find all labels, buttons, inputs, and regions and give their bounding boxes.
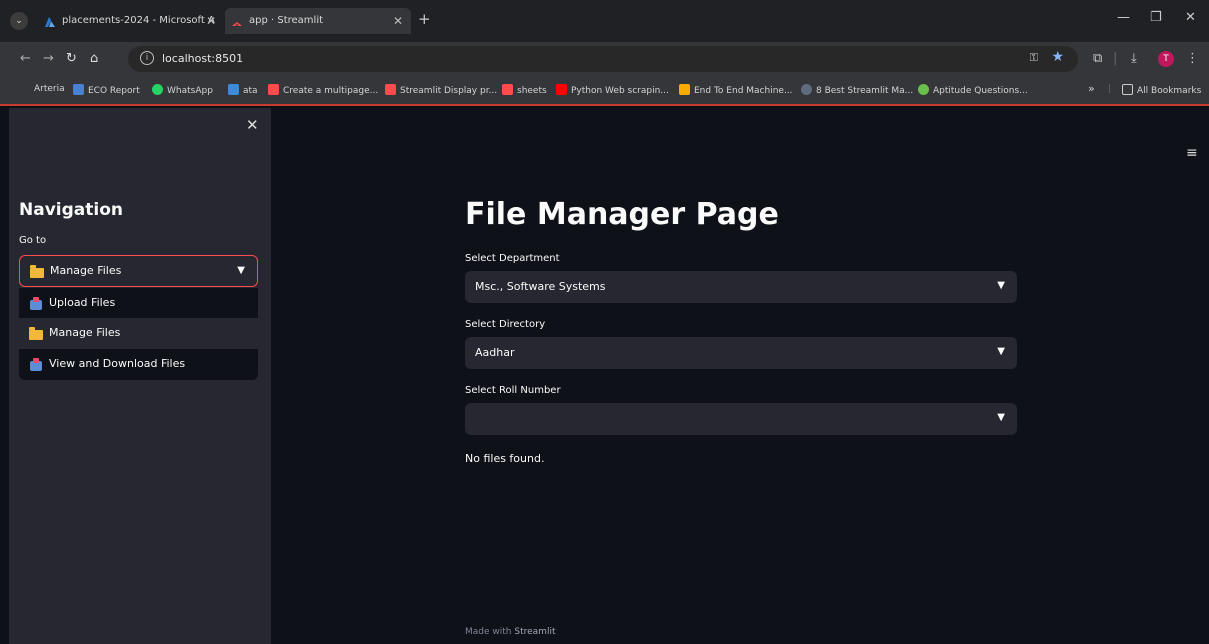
back-icon[interactable]: ← — [20, 51, 31, 66]
inbox-tray-icon — [30, 358, 42, 371]
status-message: No files found. — [465, 452, 545, 465]
goto-label: Go to — [19, 235, 47, 246]
roll-number-label: Select Roll Number — [465, 385, 561, 396]
bookmark-item[interactable]: Streamlit Display pr... — [385, 84, 497, 96]
page-title: File Manager Page — [465, 197, 779, 232]
tab-title: placements-2024 - Microsoft A — [62, 15, 215, 26]
web-icon — [801, 84, 812, 95]
url-bar[interactable]: i localhost:8501 ⚿ ★ — [128, 46, 1078, 72]
site-info-icon[interactable]: i — [140, 51, 154, 65]
bookmark-item[interactable]: Aptitude Questions... — [918, 84, 1028, 96]
department-value: Msc., Software Systems — [475, 280, 606, 293]
close-sidebar-icon[interactable]: ✕ — [246, 116, 259, 134]
bookmark-item[interactable]: sheets — [502, 84, 547, 96]
department-label: Select Department — [465, 253, 560, 264]
reload-icon[interactable]: ↻ — [66, 51, 77, 66]
password-key-icon[interactable]: ⚿ — [1030, 51, 1038, 65]
bookmark-item[interactable]: ata — [228, 84, 258, 96]
hamburger-menu-icon[interactable]: ≡ — [1186, 145, 1198, 161]
chevron-down-icon: ▼ — [997, 346, 1005, 357]
azure-icon — [44, 15, 56, 27]
bookmark-item[interactable]: Arteria — [34, 84, 65, 94]
forward-icon[interactable]: → — [43, 51, 54, 66]
directory-label: Select Directory — [465, 319, 546, 330]
close-tab-icon[interactable]: ✕ — [206, 10, 216, 32]
chevron-down-icon: ▼ — [237, 265, 245, 276]
folder-icon — [1122, 84, 1133, 95]
bookmark-divider: | — [1108, 84, 1112, 94]
home-icon[interactable]: ⌂ — [90, 51, 98, 66]
toolbar-divider: | — [1113, 51, 1118, 66]
bookmark-item[interactable]: 8 Best Streamlit Ma... — [801, 84, 913, 96]
option-manage-files[interactable]: Manage Files — [19, 318, 258, 349]
colab-icon — [679, 84, 690, 95]
youtube-icon — [556, 84, 567, 95]
footer-streamlit-link[interactable]: Streamlit — [514, 627, 555, 637]
extensions-icon[interactable]: ⧉ — [1093, 51, 1102, 66]
tree-icon — [918, 84, 929, 95]
chevron-down-icon: ▼ — [997, 280, 1005, 291]
streamlit-icon — [268, 84, 279, 95]
roll-number-select[interactable]: ▼ — [465, 403, 1017, 435]
directory-value: Aadhar — [475, 346, 515, 359]
bookmark-star-icon[interactable]: ★ — [1051, 49, 1064, 65]
streamlit-icon — [385, 84, 396, 95]
all-bookmarks[interactable]: All Bookmarks — [1122, 84, 1201, 96]
streamlit-icon — [231, 15, 243, 27]
tab-placements[interactable]: placements-2024 - Microsoft A ✕ — [38, 10, 224, 32]
footer: Made with Streamlit — [465, 627, 555, 637]
page-select-value: Manage Files — [50, 264, 122, 277]
streamlit-icon — [502, 84, 513, 95]
restore-icon[interactable]: ❐ — [1150, 10, 1162, 25]
inbox-tray-icon — [30, 297, 42, 310]
option-upload-files[interactable]: Upload Files — [19, 288, 258, 319]
new-tab-icon[interactable]: + — [418, 10, 431, 28]
minimize-icon[interactable]: — — [1117, 10, 1130, 25]
department-select[interactable]: Msc., Software Systems ▼ — [465, 271, 1017, 303]
close-tab-icon[interactable]: ✕ — [393, 8, 403, 34]
more-menu-icon[interactable]: ⋮ — [1186, 51, 1199, 66]
sidebar-title: Navigation — [19, 200, 123, 220]
bookmark-item[interactable]: WhatsApp — [152, 84, 213, 96]
address-bar-row: ← → ↻ ⌂ i localhost:8501 ⚿ ★ ⧉ | ⤓ T ⋮ — [0, 42, 1209, 76]
bookmark-item[interactable]: End To End Machine... — [679, 84, 793, 96]
tab-streamlit-app[interactable]: app · Streamlit ✕ — [225, 8, 411, 34]
footer-prefix: Made with — [465, 627, 512, 637]
folder-icon — [29, 327, 43, 340]
bookmark-item[interactable]: Create a multipage... — [268, 84, 378, 96]
tab-search-icon[interactable]: ⌄ — [10, 12, 28, 30]
ata-icon — [228, 84, 239, 95]
option-view-download-files[interactable]: View and Download Files — [19, 349, 258, 380]
report-icon — [73, 84, 84, 95]
url-text[interactable]: localhost:8501 — [162, 52, 243, 65]
page-select-menu: Upload Files Manage Files View and Downl… — [19, 288, 258, 380]
page-select[interactable]: Manage Files ▼ — [19, 255, 258, 287]
bookmark-item[interactable]: ECO Report — [73, 84, 140, 96]
folder-icon — [30, 265, 44, 278]
browser-tab-bar: ⌄ placements-2024 - Microsoft A ✕ app · … — [0, 0, 1209, 42]
profile-avatar[interactable]: T — [1158, 51, 1174, 67]
tab-title: app · Streamlit — [249, 15, 324, 26]
bookmark-item[interactable]: Python Web scrapin... — [556, 84, 669, 96]
chevron-down-icon: ▼ — [997, 412, 1005, 423]
whatsapp-icon — [152, 84, 163, 95]
close-window-icon[interactable]: ✕ — [1185, 10, 1196, 25]
download-icon[interactable]: ⤓ — [1131, 51, 1137, 66]
bookmarks-overflow-icon[interactable]: » — [1088, 82, 1095, 95]
bookmarks-bar: Arteria ECO Report WhatsApp ata Create a… — [0, 76, 1209, 106]
sidebar: ✕ Navigation Go to Manage Files ▼ Upload… — [9, 108, 271, 644]
directory-select[interactable]: Aadhar ▼ — [465, 337, 1017, 369]
